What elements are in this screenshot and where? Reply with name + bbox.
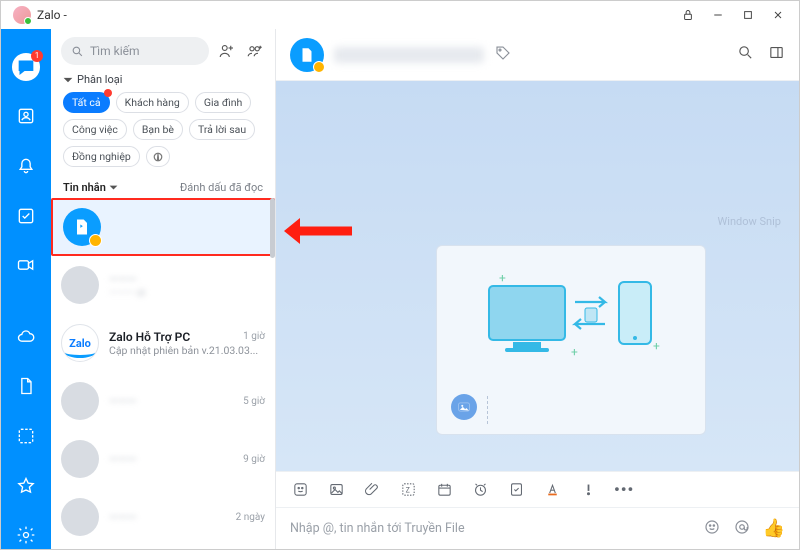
svg-text:+: + — [653, 339, 660, 353]
create-group-icon[interactable] — [245, 41, 265, 61]
chat-badge: 1 — [31, 50, 43, 62]
chat-input-area: Z ••• Nhập @, tin nhắn tới Truyền File 👍 — [276, 471, 799, 549]
conversation-item[interactable]: ———9 giờ — [51, 430, 275, 488]
nav-star[interactable] — [12, 472, 40, 500]
chip-family[interactable]: Gia đình — [195, 92, 251, 113]
user-avatar-small[interactable] — [13, 6, 31, 24]
conversation-item[interactable]: ———5 giờ — [51, 372, 275, 430]
conversation-panel: Tìm kiếm Phân loại Tất cả Khách hàng Gia… — [51, 29, 276, 549]
mention-icon[interactable] — [733, 518, 751, 540]
scrollbar[interactable] — [270, 198, 275, 258]
chip-work[interactable]: Công việc — [63, 119, 127, 140]
app-window: Zalo - 1 — [0, 0, 800, 550]
svg-text:+: + — [499, 271, 506, 285]
nav-todo[interactable] — [12, 202, 40, 230]
nav-notifications[interactable] — [12, 152, 40, 180]
nav-contacts[interactable] — [12, 103, 40, 131]
maximize-button[interactable] — [733, 3, 763, 27]
chip-reply-later[interactable]: Trả lời sau — [189, 119, 255, 140]
messages-heading[interactable]: Tin nhắn — [63, 181, 118, 194]
app-title: Zalo - — [37, 8, 67, 22]
chat-title — [334, 47, 484, 63]
filters-section: Phân loại Tất cả Khách hàng Gia đình Côn… — [51, 73, 275, 175]
conversation-item[interactable]: —————— út — [51, 256, 275, 314]
tag-icon[interactable] — [494, 44, 512, 66]
search-chat-icon[interactable] — [737, 44, 754, 65]
avatar-icon — [61, 382, 99, 420]
zalo-support-icon: Zalo — [61, 324, 99, 362]
chip-colleagues[interactable]: Đồng nghiệp — [63, 146, 140, 167]
nav-settings[interactable] — [12, 521, 40, 549]
chip-friends[interactable]: Bạn bè — [133, 119, 183, 140]
watermark-text: Window Snip — [718, 215, 781, 228]
nav-capture[interactable] — [12, 422, 40, 450]
avatar-icon — [61, 440, 99, 478]
transfer-illustration-card: + + + — [436, 245, 706, 435]
minimize-button[interactable] — [703, 3, 733, 27]
chip-customers[interactable]: Khách hàng — [116, 92, 189, 113]
nav-cloud[interactable] — [12, 323, 40, 351]
svg-text:+: + — [571, 345, 578, 359]
conversation-item[interactable]: ———2 ngày — [51, 488, 275, 546]
conversation-list: —————— út Zalo Zalo Hỗ Trợ PC1 giờCập nh… — [51, 198, 275, 549]
image-icon[interactable] — [451, 394, 477, 420]
transfer-illustration: + + + — [471, 264, 671, 374]
lock-icon[interactable] — [673, 3, 703, 27]
reminder-icon[interactable] — [434, 480, 454, 500]
message-input[interactable]: Nhập @, tin nhắn tới Truyền File — [290, 521, 691, 536]
chat-header — [276, 29, 799, 81]
avatar-icon — [61, 498, 99, 536]
priority-icon[interactable] — [578, 480, 598, 500]
task-icon[interactable] — [506, 480, 526, 500]
more-icon[interactable]: ••• — [614, 480, 634, 499]
nav-rail: 1 — [1, 29, 51, 549]
alarm-icon[interactable] — [470, 480, 490, 500]
search-icon — [71, 45, 84, 58]
chip-all[interactable]: Tất cả — [63, 92, 110, 113]
nav-video[interactable] — [12, 251, 40, 279]
svg-text:Z: Z — [405, 485, 409, 494]
conversation-item[interactable]: Zalo Zalo Hỗ Trợ PC1 giờCập nhật phiên b… — [51, 314, 275, 372]
nav-chat[interactable]: 1 — [12, 53, 40, 81]
add-friend-icon[interactable] — [217, 41, 237, 61]
sticker-icon[interactable] — [290, 480, 310, 500]
input-row: Nhập @, tin nhắn tới Truyền File 👍 — [276, 507, 799, 549]
emoji-icon[interactable] — [703, 518, 721, 540]
attach-icon[interactable] — [362, 480, 382, 500]
mark-all-read[interactable]: Đánh dấu đã đọc — [180, 181, 263, 194]
chevron-down-icon — [109, 183, 118, 192]
font-color-icon[interactable] — [542, 480, 562, 500]
chevron-down-icon — [63, 75, 73, 85]
search-placeholder: Tìm kiếm — [90, 44, 140, 58]
titlebar: Zalo - — [1, 1, 799, 29]
input-toolbar: Z ••• — [276, 471, 799, 507]
chip-add-filter[interactable] — [146, 146, 170, 167]
close-button[interactable] — [763, 3, 793, 27]
file-transfer-icon — [63, 208, 101, 246]
search-input[interactable]: Tìm kiếm — [61, 37, 209, 65]
thumbs-up-icon[interactable]: 👍 — [763, 518, 785, 539]
text-format-icon[interactable]: Z — [398, 480, 418, 500]
chat-area: Window Snip + + — [276, 29, 799, 549]
split-panel-icon[interactable] — [768, 44, 785, 65]
conversation-item[interactable] — [51, 198, 275, 256]
chat-body: Window Snip + + — [276, 81, 799, 471]
avatar-icon — [61, 266, 99, 304]
filters-toggle[interactable]: Phân loại — [63, 73, 263, 86]
chat-avatar[interactable] — [290, 38, 324, 72]
nav-files[interactable] — [12, 373, 40, 401]
image-attach-icon[interactable] — [326, 480, 346, 500]
